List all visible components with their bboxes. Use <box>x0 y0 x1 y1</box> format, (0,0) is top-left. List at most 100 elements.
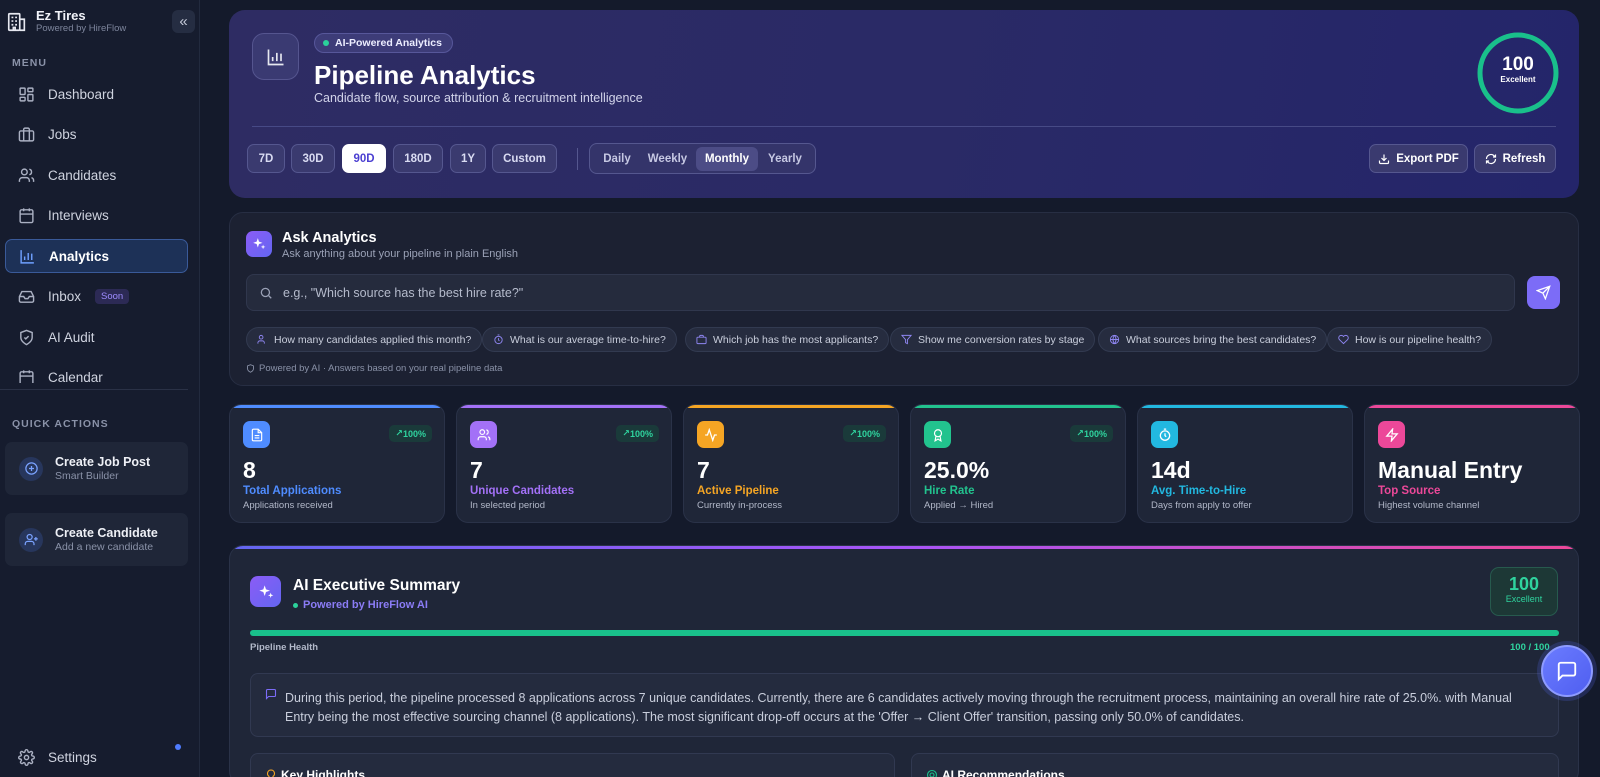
sidebar-item-label: Analytics <box>49 248 110 264</box>
range-180d-button[interactable]: 180D <box>393 144 443 173</box>
stat-accent <box>684 405 898 408</box>
stat-accent <box>230 405 444 408</box>
stat-accent <box>911 405 1125 408</box>
executive-score-badge: 100 Excellent <box>1490 567 1558 616</box>
create-candidate-button[interactable]: Create Candidate Add a new candidate <box>5 513 188 566</box>
suggestion-chip[interactable]: What sources bring the best candidates? <box>1098 327 1328 352</box>
refresh-button[interactable]: Refresh <box>1474 144 1556 173</box>
period-daily-button[interactable]: Daily <box>596 147 638 171</box>
sidebar-item-label: AI Audit <box>48 329 95 345</box>
key-highlights-title: Key Highlights <box>281 768 366 777</box>
executive-score-value: 100 <box>1508 574 1540 594</box>
summary-text: During this period, the pipeline process… <box>285 691 1512 724</box>
sidebar-item-inbox[interactable]: Inbox Soon <box>5 280 188 314</box>
chip-label: How is our pipeline health? <box>1355 333 1482 346</box>
range-30d-button[interactable]: 30D <box>291 144 335 173</box>
range-7d-button[interactable]: 7D <box>247 144 285 173</box>
stat-card-time-to-hire: 14d Avg. Time-to-Hire Days from apply to… <box>1137 404 1353 523</box>
sparkles-icon <box>250 576 281 607</box>
sidebar-item-settings[interactable]: Settings <box>5 740 188 774</box>
suggestion-chip[interactable]: Show me conversion rates by stage <box>890 327 1096 352</box>
health-score-value: 100 <box>1502 54 1534 75</box>
quick-action-subtitle: Add a new candidate <box>55 540 154 553</box>
stat-value: 25.0% <box>924 457 990 483</box>
stat-card-hire-rate: ↗ 100% 25.0% Hire Rate Applied → Hired <box>910 404 1126 523</box>
sparkles-icon <box>246 231 272 257</box>
health-score: 100 Excellent <box>1476 54 1560 85</box>
suggestion-chip[interactable]: Which job has the most applicants? <box>685 327 890 352</box>
sidebar-item-label: Jobs <box>48 127 77 142</box>
trend-value: 100% <box>1083 428 1107 439</box>
stat-label: Unique Candidates <box>470 485 575 497</box>
range-custom-button[interactable]: Custom <box>492 144 557 173</box>
chat-icon <box>1556 660 1578 682</box>
stat-description: In selected period <box>470 500 545 511</box>
briefcase-icon <box>18 126 35 143</box>
pipeline-health-value: 100 / 100 <box>1510 642 1550 653</box>
stat-description: Highest volume channel <box>1378 500 1480 511</box>
user-plus-icon <box>19 527 43 552</box>
stat-value: 14d <box>1151 457 1191 483</box>
chip-label: What is our average time-to-hire? <box>510 333 666 346</box>
trend-value: 100% <box>856 428 880 439</box>
suggestion-chip[interactable]: What is our average time-to-hire? <box>482 327 677 352</box>
ai-powered-badge: AI-Powered Analytics <box>314 33 453 53</box>
sidebar-divider <box>0 389 188 390</box>
plus-circle-icon <box>19 456 43 481</box>
sidebar-item-calendar[interactable]: Calendar <box>5 361 188 383</box>
activity-icon <box>697 421 724 448</box>
ask-subtitle: Ask anything about your pipeline in plai… <box>282 248 519 260</box>
suggestion-chip[interactable]: How is our pipeline health? <box>1327 327 1493 352</box>
users-icon <box>18 167 35 184</box>
trend-badge: ↗ 100% <box>1070 425 1113 442</box>
send-button[interactable] <box>1527 276 1560 309</box>
stat-label: Hire Rate <box>924 485 975 497</box>
target-icon <box>926 769 938 777</box>
stat-card-top-source: Manual Entry Top Source Highest volume c… <box>1364 404 1580 523</box>
building-icon <box>6 11 28 33</box>
calendar-icon <box>18 369 35 383</box>
stat-card-total-applications: ↗ 100% 8 Total Applications Applications … <box>229 404 445 523</box>
create-job-post-button[interactable]: Create Job Post Smart Builder <box>5 442 188 495</box>
ask-input[interactable] <box>283 285 1483 300</box>
stat-label: Active Pipeline <box>697 485 779 497</box>
suggestion-chip[interactable]: How many candidates applied this month? <box>246 327 483 352</box>
sidebar-item-jobs[interactable]: Jobs <box>5 118 188 152</box>
sidebar-item-label: Inbox <box>48 289 82 304</box>
trend-up-icon: ↗ <box>622 428 630 438</box>
analytics-header: AI-Powered Analytics Pipeline Analytics … <box>229 10 1579 198</box>
chip-label: Show me conversion rates by stage <box>918 333 1085 346</box>
lightbulb-icon <box>267 769 275 777</box>
sidebar-item-interviews[interactable]: Interviews <box>5 199 188 233</box>
users-icon <box>257 334 274 345</box>
sidebar-item-candidates[interactable]: Candidates <box>5 158 188 192</box>
stat-card-unique-candidates: ↗ 100% 7 Unique Candidates In selected pe… <box>456 404 672 523</box>
period-monthly-button[interactable]: Monthly <box>696 147 758 171</box>
trend-up-icon: ↗ <box>1076 428 1084 438</box>
period-toggle: Daily Weekly Monthly Yearly <box>589 143 816 174</box>
notification-dot <box>175 744 181 750</box>
ask-input-wrapper <box>246 274 1515 311</box>
key-highlights-card: Key Highlights <box>250 753 895 777</box>
chat-button[interactable] <box>1541 645 1593 697</box>
range-90d-button[interactable]: 90D <box>342 144 386 173</box>
stat-value: 7 <box>470 457 483 483</box>
page-title: Pipeline Analytics <box>314 60 536 90</box>
period-weekly-button[interactable]: Weekly <box>640 147 695 171</box>
pipeline-health-fill <box>250 630 1559 636</box>
funnel-icon <box>901 334 918 345</box>
chip-label: How many candidates applied this month? <box>274 333 472 346</box>
app-subtitle: Powered by HireFlow <box>36 23 127 34</box>
stat-accent <box>1138 405 1352 408</box>
sidebar-item-ai-audit[interactable]: AI Audit <box>5 320 188 354</box>
trend-badge: ↗ 100% <box>843 425 886 442</box>
sidebar-item-analytics[interactable]: Analytics <box>5 239 188 273</box>
brand[interactable]: Ez Tires Powered by HireFlow <box>6 8 126 35</box>
heart-pulse-icon <box>1338 334 1355 345</box>
export-pdf-button[interactable]: Export PDF <box>1369 144 1468 173</box>
sidebar-item-dashboard[interactable]: Dashboard <box>5 77 188 111</box>
period-yearly-button[interactable]: Yearly <box>760 147 810 171</box>
collapse-sidebar-button[interactable]: « <box>172 10 195 33</box>
range-1y-button[interactable]: 1Y <box>450 144 486 173</box>
sidebar-item-label: Interviews <box>48 208 109 223</box>
